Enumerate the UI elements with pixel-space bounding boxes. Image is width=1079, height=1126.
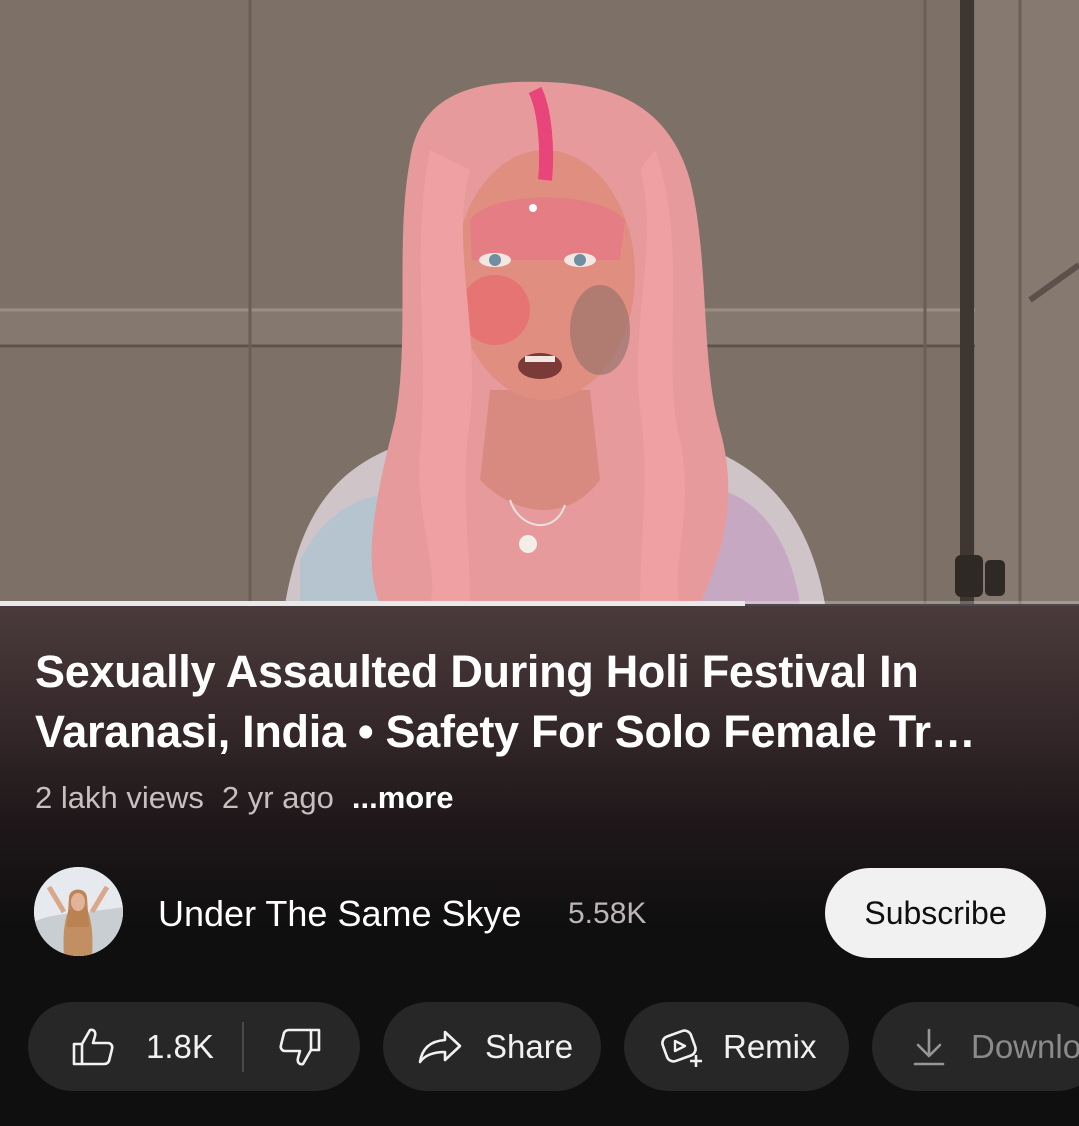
- video-info-panel: Sexually Assaulted During Holi Festival …: [0, 606, 1079, 1126]
- view-count: 2 lakh views: [35, 780, 204, 815]
- like-button[interactable]: 1.8K: [28, 1002, 214, 1091]
- remix-label: Remix: [723, 1027, 817, 1065]
- upload-age: 2 yr ago: [221, 780, 334, 815]
- channel-avatar-image: [34, 867, 123, 956]
- thumbs-up-icon: [72, 1028, 114, 1065]
- video-frame: [0, 0, 1079, 604]
- like-dislike-group: 1.8K: [28, 1002, 360, 1091]
- more-link[interactable]: ...more: [352, 780, 454, 816]
- download-button[interactable]: Downlo: [872, 1002, 1079, 1091]
- subscriber-count: 5.58K: [568, 897, 647, 930]
- channel-name[interactable]: Under The Same Skye: [158, 893, 522, 935]
- video-title[interactable]: Sexually Assaulted During Holi Festival …: [35, 642, 1055, 762]
- channel-avatar[interactable]: [34, 867, 123, 956]
- remix-button[interactable]: Remix: [624, 1002, 849, 1091]
- remix-icon: [661, 1028, 702, 1067]
- download-label: Downlo: [971, 1027, 1079, 1065]
- dislike-button[interactable]: [244, 1002, 352, 1091]
- subscribe-button[interactable]: Subscribe: [825, 868, 1046, 958]
- share-label: Share: [485, 1027, 574, 1065]
- video-player[interactable]: [0, 0, 1079, 604]
- video-metadata[interactable]: 2 lakh views 2 yr ago ...more: [35, 780, 454, 816]
- download-icon: [913, 1028, 945, 1065]
- thumbs-down-icon: [279, 1028, 321, 1065]
- share-arrow-icon: [418, 1030, 462, 1063]
- like-count: 1.8K: [146, 1027, 214, 1065]
- share-button[interactable]: Share: [383, 1002, 601, 1091]
